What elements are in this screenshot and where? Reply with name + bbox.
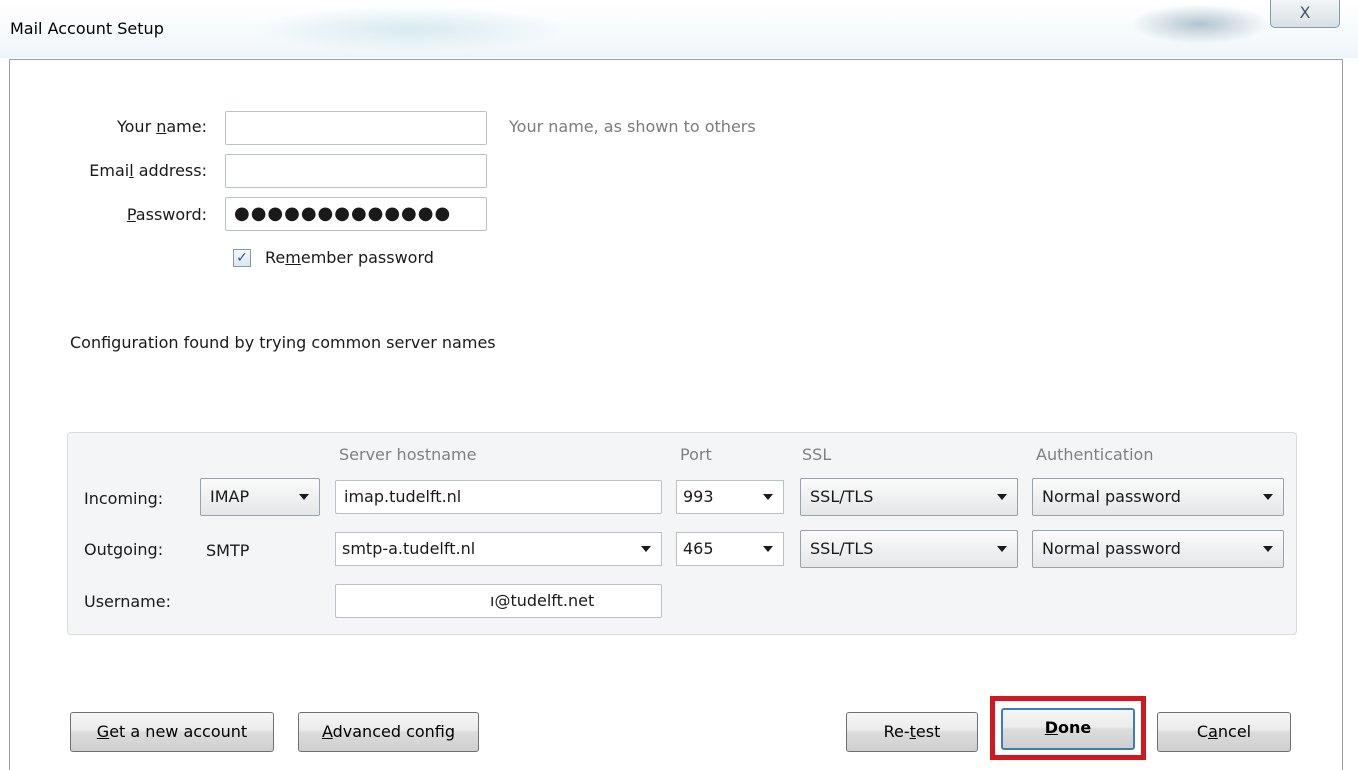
outgoing-auth-value: Normal password	[1042, 539, 1181, 558]
password-label: Password:	[126, 205, 207, 224]
incoming-port-value: 993	[683, 487, 714, 506]
chevron-down-icon	[641, 546, 651, 552]
your-name-label: Your name:	[116, 117, 207, 136]
email-address-label: Email address:	[89, 161, 207, 180]
get-new-account-button[interactable]: Get a new account	[70, 712, 274, 752]
incoming-auth-value: Normal password	[1042, 487, 1181, 506]
username-label: Username:	[84, 592, 171, 611]
incoming-port-combo[interactable]: 993	[676, 480, 784, 514]
title-bar: Mail Account Setup X	[0, 0, 1358, 58]
config-status-text: Configuration found by trying common ser…	[70, 333, 496, 352]
outgoing-auth-select[interactable]: Normal password	[1032, 530, 1284, 568]
outgoing-port-combo[interactable]: 465	[676, 532, 784, 566]
title-bar-glow	[250, 6, 570, 52]
chevron-down-icon	[1263, 546, 1273, 552]
password-input[interactable]: ●●●●●●●●●●●●●	[225, 197, 487, 231]
close-button[interactable]: X	[1270, 0, 1340, 28]
outgoing-label: Outgoing:	[84, 540, 164, 559]
outgoing-ssl-select[interactable]: SSL/TLS	[800, 530, 1018, 568]
chevron-down-icon	[1263, 494, 1273, 500]
outgoing-hostname-combo[interactable]: smtp-a.tudelft.nl	[335, 532, 662, 566]
chevron-down-icon	[763, 494, 773, 500]
window-title: Mail Account Setup	[10, 19, 164, 38]
dialog-panel	[9, 59, 1343, 770]
chevron-down-icon	[997, 546, 1007, 552]
column-header-ssl: SSL	[802, 445, 832, 464]
column-header-hostname: Server hostname	[339, 445, 477, 464]
outgoing-protocol-value: SMTP	[206, 541, 250, 560]
incoming-auth-select[interactable]: Normal password	[1032, 478, 1284, 516]
column-header-authentication: Authentication	[1036, 445, 1154, 464]
done-button-highlight	[990, 696, 1146, 760]
incoming-protocol-value: IMAP	[210, 487, 250, 506]
incoming-label: Incoming:	[84, 489, 164, 508]
incoming-protocol-select[interactable]: IMAP	[200, 478, 320, 516]
remember-password-checkbox[interactable]: ✓	[233, 249, 251, 267]
incoming-hostname-input[interactable]: imap.tudelft.nl	[335, 480, 662, 514]
email-address-input[interactable]	[225, 154, 487, 188]
advanced-config-button[interactable]: Advanced config	[298, 712, 479, 752]
chevron-down-icon	[997, 494, 1007, 500]
cancel-button[interactable]: Cancel	[1157, 712, 1291, 752]
close-icon: X	[1299, 3, 1311, 22]
retest-button[interactable]: Re-test	[846, 712, 978, 752]
incoming-ssl-select[interactable]: SSL/TLS	[800, 478, 1018, 516]
username-input[interactable]: ı@tudelft.net	[335, 584, 662, 618]
your-name-hint: Your name, as shown to others	[509, 117, 756, 136]
remember-password-label[interactable]: Remember password	[265, 248, 434, 267]
outgoing-ssl-value: SSL/TLS	[810, 539, 874, 558]
incoming-ssl-value: SSL/TLS	[810, 487, 874, 506]
title-bar-glow	[1130, 4, 1270, 44]
outgoing-port-value: 465	[683, 539, 714, 558]
chevron-down-icon	[763, 546, 773, 552]
your-name-input[interactable]	[225, 111, 487, 145]
column-header-port: Port	[680, 445, 712, 464]
checkmark-icon: ✓	[236, 250, 248, 266]
outgoing-hostname-value: smtp-a.tudelft.nl	[342, 539, 476, 558]
chevron-down-icon	[299, 494, 309, 500]
